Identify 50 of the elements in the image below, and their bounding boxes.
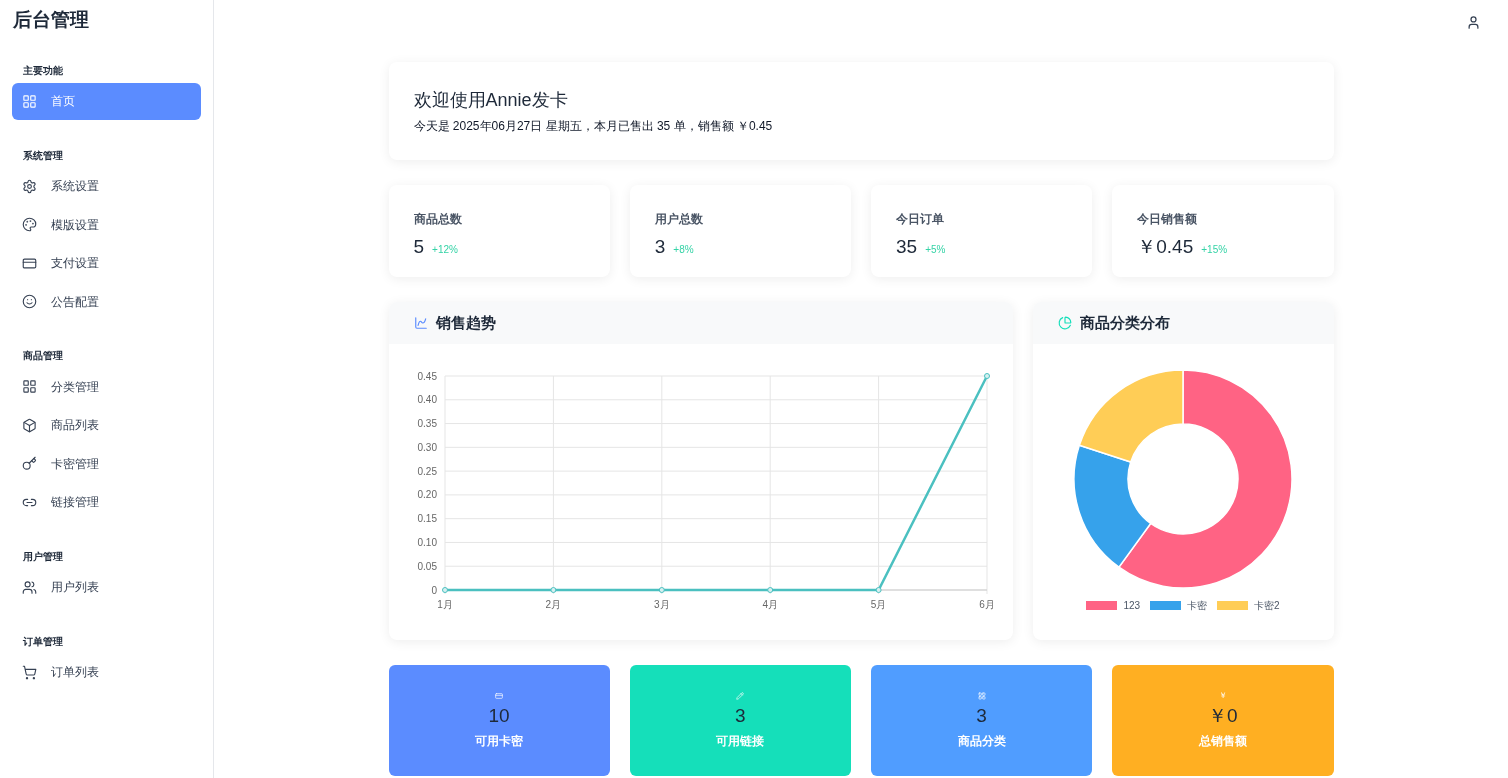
stat-value: 3 bbox=[654, 235, 666, 259]
welcome-title: 欢迎使用Annie发卡 bbox=[413, 89, 568, 112]
stat-change: +15% bbox=[1201, 243, 1228, 257]
x-tick-label: 4月 bbox=[761, 599, 778, 610]
summary-value: 3 bbox=[976, 703, 987, 728]
stat-value: 5 bbox=[413, 235, 425, 259]
card-title: 销售趋势 bbox=[435, 312, 496, 333]
stat-value: 35 bbox=[896, 235, 918, 259]
y-tick-label: 0.10 bbox=[417, 536, 437, 548]
summary-label: 可用链接 bbox=[716, 732, 765, 750]
stat-label: 今日订单 bbox=[896, 211, 944, 228]
x-tick-label: 5月 bbox=[870, 599, 886, 610]
section-heading: 系统管理 bbox=[22, 148, 63, 163]
legend-label: 卡密 bbox=[1187, 599, 1208, 613]
currency-symbol: ￥ bbox=[1218, 691, 1227, 700]
section-heading: 订单管理 bbox=[22, 634, 63, 649]
legend-label: 卡密2 bbox=[1254, 599, 1280, 613]
legend-label: 123 bbox=[1123, 599, 1141, 613]
x-tick-label: 2月 bbox=[545, 599, 561, 610]
y-tick-label: 0.20 bbox=[417, 489, 437, 501]
stat-label: 商品总数 bbox=[413, 211, 462, 228]
stat-change: +12% bbox=[432, 243, 458, 257]
x-tick-label: 6月 bbox=[978, 599, 995, 610]
summary-value: ￥0 bbox=[1208, 703, 1238, 728]
stat-value: ￥0.45 bbox=[1137, 235, 1194, 259]
section-heading: 主要功能 bbox=[22, 63, 63, 78]
section-heading: 商品管理 bbox=[22, 349, 63, 363]
welcome-subtitle: 今天是 2025年06月27日 星期五，本月已售出 35 单，销售额 ￥0.45 bbox=[413, 118, 773, 135]
summary-label: 总销售额 bbox=[1198, 732, 1247, 750]
y-tick-label: 0.05 bbox=[417, 560, 437, 572]
stat-label: 用户总数 bbox=[654, 211, 703, 228]
y-tick-label: 0.40 bbox=[417, 394, 437, 406]
y-tick-label: 0.45 bbox=[417, 370, 437, 382]
y-tick-label: 0.25 bbox=[417, 465, 437, 477]
x-tick-label: 1月 bbox=[436, 599, 453, 610]
summary-label: 商品分类 bbox=[957, 732, 1006, 750]
y-tick-label: 0.35 bbox=[417, 418, 437, 430]
y-tick-label: 0 bbox=[430, 584, 437, 596]
app-title: 后台管理 bbox=[12, 8, 89, 32]
card-title: 商品分类分布 bbox=[1079, 312, 1170, 333]
stat-change: +5% bbox=[925, 243, 946, 257]
stat-change: +8% bbox=[673, 243, 694, 257]
y-tick-label: 0.30 bbox=[417, 441, 437, 453]
summary-value: 3 bbox=[735, 703, 746, 728]
summary-value: 10 bbox=[488, 703, 510, 728]
summary-label: 可用卡密 bbox=[475, 732, 524, 750]
x-tick-label: 3月 bbox=[653, 599, 670, 610]
y-tick-label: 0.15 bbox=[417, 513, 437, 525]
stat-label: 今日销售额 bbox=[1137, 211, 1198, 228]
section-heading: 用户管理 bbox=[22, 549, 63, 564]
